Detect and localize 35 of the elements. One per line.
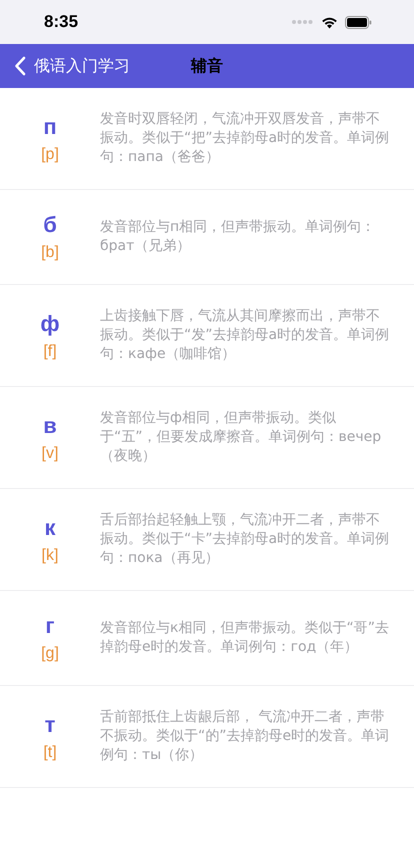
page-title: 辅音	[191, 56, 223, 76]
cyrillic-letter: в	[43, 412, 57, 438]
signal-icon	[292, 19, 314, 25]
consonant-row[interactable]: ф [f] 上齿接触下唇，气流从其间摩擦而出，声带不振动。类似于“发”去掉韵母a时的发音。单词例句：кафе（咖啡馆）	[0, 285, 414, 387]
phonetic-symbol: [p]	[41, 146, 59, 164]
consonant-row[interactable]: к [k] 舌后部抬起轻触上颚，气流冲开二者，声带不振动。类似于“卡”去掉韵母a时的发音。单词例句：пока（再见）	[0, 489, 414, 591]
consonant-row[interactable]: в [v] 发音部位与ф相同，但声带振动。类似于“五”，但要发成摩擦音。单词例句：вечер（夜晚）	[0, 387, 414, 489]
phonetic-symbol: [v]	[42, 444, 58, 462]
phonetic-symbol: [k]	[42, 546, 58, 564]
cyrillic-letter: к	[44, 514, 56, 540]
pronunciation-description: 发音部位与ф相同，但声带振动。类似于“五”，但要发成摩擦音。单词例句：вечер（夜晚）	[100, 409, 382, 466]
pronunciation-description: 上齿接触下唇，气流从其间摩擦而出，声带不振动。类似于“发”去掉韵母a时的发音。单词例句：кафе（咖啡馆）	[100, 307, 390, 364]
consonant-row[interactable]: т [t] 舌前部抵住上齿龈后部， 气流冲开二者，声带不振动。类似于“的”去掉韵母e时的发音。单词例句：ты（你）	[0, 686, 414, 788]
phonetic-symbol: [t]	[43, 744, 57, 762]
pronunciation-description: 发音部位与к相同，但声带振动。类似于“哥”去掉韵母e时的发音。单词例句：год（年）	[100, 619, 390, 657]
cyrillic-letter: ф	[40, 310, 60, 336]
consonant-row[interactable]: б [b] 发音部位与п相同，但声带振动。单词例句：брат（兄弟）	[0, 190, 414, 285]
status-time: 8:35	[44, 12, 78, 32]
pronunciation-description: 舌前部抵住上齿龈后部， 气流冲开二者，声带不振动。类似于“的”去掉韵母e时的发音。单词例句：ты（你）	[100, 708, 390, 765]
consonant-row[interactable]: п [p] 发音时双唇轻闭，气流冲开双唇发音，声带不振动。类似于“把”去掉韵母a时的发音。单词例句：папа（爸爸）	[0, 88, 414, 190]
back-button[interactable]: 俄语入门学习	[0, 56, 130, 76]
pronunciation-description: 舌后部抬起轻触上颚，气流冲开二者，声带不振动。类似于“卡”去掉韵母a时的发音。单词例句：пока（再见）	[100, 511, 390, 568]
cyrillic-letter: б	[43, 212, 57, 238]
battery-icon	[345, 16, 372, 28]
phonetic-symbol: [b]	[41, 244, 59, 262]
phonetic-symbol: [f]	[43, 342, 57, 360]
cyrillic-letter: г	[45, 613, 55, 639]
consonant-row[interactable]: г [g] 发音部位与к相同，但声带振动。类似于“哥”去掉韵母e时的发音。单词例句：год（年）	[0, 591, 414, 686]
wifi-icon	[321, 16, 338, 28]
cyrillic-letter: п	[43, 114, 57, 140]
phonetic-symbol: [g]	[41, 645, 59, 663]
cyrillic-letter: т	[44, 712, 56, 738]
pronunciation-description: 发音时双唇轻闭，气流冲开双唇发音，声带不振动。类似于“把”去掉韵母a时的发音。单词例句：папа（爸爸）	[100, 110, 390, 167]
chevron-left-icon	[14, 56, 26, 76]
pronunciation-description: 发音部位与п相同，但声带振动。单词例句：брат（兄弟）	[100, 218, 376, 256]
